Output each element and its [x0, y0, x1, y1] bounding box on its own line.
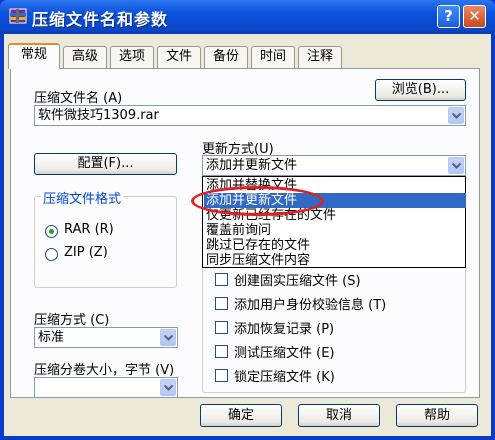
- dialog-client: 常规 高级 选项 文件 备份 时间 注释 压缩文件名 (A) 浏览(B)... …: [4, 34, 491, 436]
- compression-method-label: 压缩方式 (C): [34, 313, 110, 328]
- test-archive-label[interactable]: 测试压缩文件 (E): [234, 342, 335, 361]
- ok-button[interactable]: 确定: [200, 404, 282, 427]
- archive-format-group: 压缩文件格式 RAR (R) ZIP (Z): [34, 188, 177, 288]
- lock-archive-label[interactable]: 锁定压缩文件 (K): [234, 366, 335, 385]
- tab-backup[interactable]: 备份: [204, 46, 248, 68]
- lock-archive-checkbox[interactable]: [215, 369, 228, 382]
- tab-general[interactable]: 常规: [8, 43, 60, 69]
- archive-name-dropdown-arrow[interactable]: [448, 107, 464, 124]
- solid-archive-checkbox[interactable]: [215, 273, 228, 286]
- tab-advanced[interactable]: 高级: [63, 46, 107, 68]
- radio-selected-dot: [49, 229, 54, 234]
- help-title-button[interactable]: ?: [437, 5, 460, 28]
- authenticity-checkbox[interactable]: [215, 297, 228, 310]
- cancel-button[interactable]: 取消: [298, 404, 380, 427]
- archiving-options-group: 创建固实压缩文件 (S) 添加用户身份校验信息 (T) 添加恢复记录 (P) 测…: [202, 265, 466, 393]
- solid-archive-label[interactable]: 创建固实压缩文件 (S): [234, 270, 361, 289]
- recovery-record-checkbox[interactable]: [215, 321, 228, 334]
- chevron-down-icon: [452, 112, 461, 119]
- dialog-window: 压缩文件名和参数 ? ✕ 常规 高级 选项 文件 备份 时间 注释 压缩文件名 …: [0, 0, 495, 440]
- tab-options[interactable]: 选项: [110, 46, 154, 68]
- profiles-button[interactable]: 配置(F)...: [34, 153, 177, 175]
- update-mode-combobox[interactable]: 添加并更新文件: [202, 155, 466, 176]
- archive-name-combobox[interactable]: 软件微技巧1309.rar: [34, 105, 466, 126]
- tab-files[interactable]: 文件: [157, 46, 201, 68]
- archive-name-value: 软件微技巧1309.rar: [38, 108, 159, 123]
- update-option-ask-overwrite[interactable]: 覆盖前询问: [204, 223, 466, 238]
- general-panel: 压缩文件名 (A) 浏览(B)... 软件微技巧1309.rar 更新方式(U)…: [10, 68, 480, 398]
- update-option-synchronize[interactable]: 同步压缩文件内容: [204, 253, 466, 268]
- chevron-down-icon: [164, 384, 173, 391]
- compression-method-value: 标准: [38, 330, 65, 345]
- help-button[interactable]: 帮助: [396, 404, 478, 427]
- close-button[interactable]: ✕: [463, 5, 486, 28]
- format-rar-label[interactable]: RAR (R): [64, 222, 114, 237]
- browse-button[interactable]: 浏览(B)...: [375, 79, 466, 101]
- window-title: 压缩文件名和参数: [32, 10, 169, 29]
- compression-method-combobox[interactable]: 标准: [34, 327, 178, 348]
- tab-comment[interactable]: 注释: [298, 46, 342, 68]
- test-archive-checkbox[interactable]: [215, 345, 228, 358]
- chevron-down-icon: [164, 334, 173, 341]
- recovery-record-label[interactable]: 添加恢复记录 (P): [234, 318, 334, 337]
- update-option-skip-existing[interactable]: 跳过已存在的文件: [204, 238, 466, 253]
- format-zip-radio[interactable]: [45, 248, 58, 261]
- authenticity-label[interactable]: 添加用户身份校验信息 (T): [234, 294, 386, 313]
- title-bar[interactable]: 压缩文件名和参数 ? ✕: [0, 0, 495, 34]
- compression-method-dropdown-arrow[interactable]: [160, 329, 176, 346]
- format-rar-radio[interactable]: [45, 225, 58, 238]
- winrar-app-icon: [8, 6, 28, 26]
- volume-size-combobox[interactable]: [34, 377, 178, 398]
- tab-time[interactable]: 时间: [251, 46, 295, 68]
- update-mode-dropdown-arrow[interactable]: [448, 157, 464, 174]
- format-zip-label[interactable]: ZIP (Z): [64, 245, 108, 260]
- archive-format-group-title: 压缩文件格式: [41, 188, 124, 207]
- volume-size-dropdown-arrow[interactable]: [160, 379, 176, 396]
- chevron-down-icon: [452, 162, 461, 169]
- red-highlight-circle: [191, 186, 324, 216]
- archive-name-label: 压缩文件名 (A): [34, 91, 123, 106]
- volume-size-label: 压缩分卷大小，字节 (V): [34, 363, 175, 378]
- update-mode-value: 添加并更新文件: [206, 158, 298, 173]
